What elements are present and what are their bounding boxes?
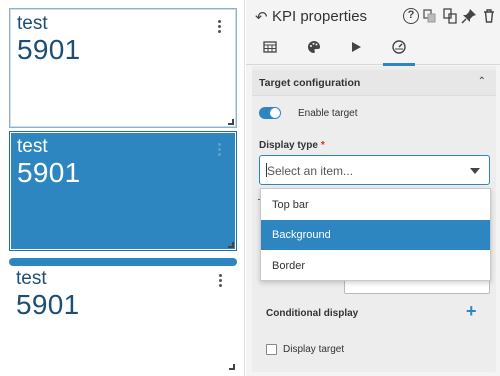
target-top-bar	[9, 258, 237, 266]
conditional-display-label: Conditional display	[266, 308, 359, 319]
help-icon[interactable]: ?	[403, 8, 419, 24]
kpi-value: 5901	[17, 34, 81, 65]
panel-tabs	[246, 34, 500, 66]
kpi-card[interactable]: test 5901	[9, 8, 237, 128]
select-placeholder: Select an item...	[267, 164, 354, 178]
kpi-title: test	[16, 268, 47, 289]
display-target-label: Display target	[283, 344, 345, 355]
required-mark: *	[320, 140, 325, 151]
kpi-card-selected[interactable]: test 5901	[9, 131, 237, 251]
kpi-value: 5901	[17, 157, 81, 188]
option-top-bar[interactable]: Top bar	[261, 190, 490, 220]
option-border[interactable]: Border	[261, 251, 490, 281]
more-vertical-icon[interactable]	[218, 20, 222, 34]
resize-handle-icon[interactable]	[229, 364, 235, 370]
enable-target-label: Enable target	[298, 108, 358, 119]
play-icon[interactable]	[347, 40, 365, 58]
more-vertical-icon[interactable]	[218, 143, 222, 157]
enable-target-toggle[interactable]	[259, 107, 281, 119]
display-type-dropdown: Top bar Background Border	[260, 188, 491, 281]
display-target-checkbox[interactable]	[266, 344, 277, 355]
kpi-title: test	[17, 13, 48, 34]
display-type-select[interactable]: Select an item...	[259, 155, 490, 185]
back-arrow-icon[interactable]: ↶	[255, 8, 268, 26]
panel-title: KPI properties	[272, 8, 368, 25]
kpi-value: 5901	[16, 289, 80, 320]
option-background[interactable]: Background	[261, 220, 490, 250]
caret-down-icon[interactable]	[470, 168, 480, 174]
kpi-canvas: test 5901 test 5901 test 5901	[0, 0, 245, 376]
gauge-icon[interactable]	[383, 40, 415, 66]
kpi-card[interactable]: test 5901	[9, 258, 237, 372]
resize-handle-icon[interactable]	[228, 119, 234, 125]
chevron-up-icon[interactable]: ⌃	[478, 76, 486, 87]
resize-handle-icon[interactable]	[228, 242, 234, 248]
pin-icon[interactable]	[461, 8, 477, 24]
section-header-target-configuration[interactable]: Target configuration ⌃	[252, 70, 496, 96]
table-icon[interactable]	[261, 40, 279, 58]
panel-header: ↶ KPI properties ?	[246, 0, 500, 33]
duplicate-icon[interactable]	[422, 8, 438, 24]
more-vertical-icon[interactable]	[219, 274, 223, 288]
palette-icon[interactable]	[305, 40, 323, 58]
trash-icon[interactable]	[481, 8, 497, 24]
copy-icon[interactable]	[442, 8, 458, 24]
kpi-title: test	[17, 136, 48, 157]
display-type-label: Display type *	[259, 140, 325, 151]
plus-icon[interactable]: +	[466, 301, 477, 322]
section-title: Target configuration	[259, 77, 361, 89]
